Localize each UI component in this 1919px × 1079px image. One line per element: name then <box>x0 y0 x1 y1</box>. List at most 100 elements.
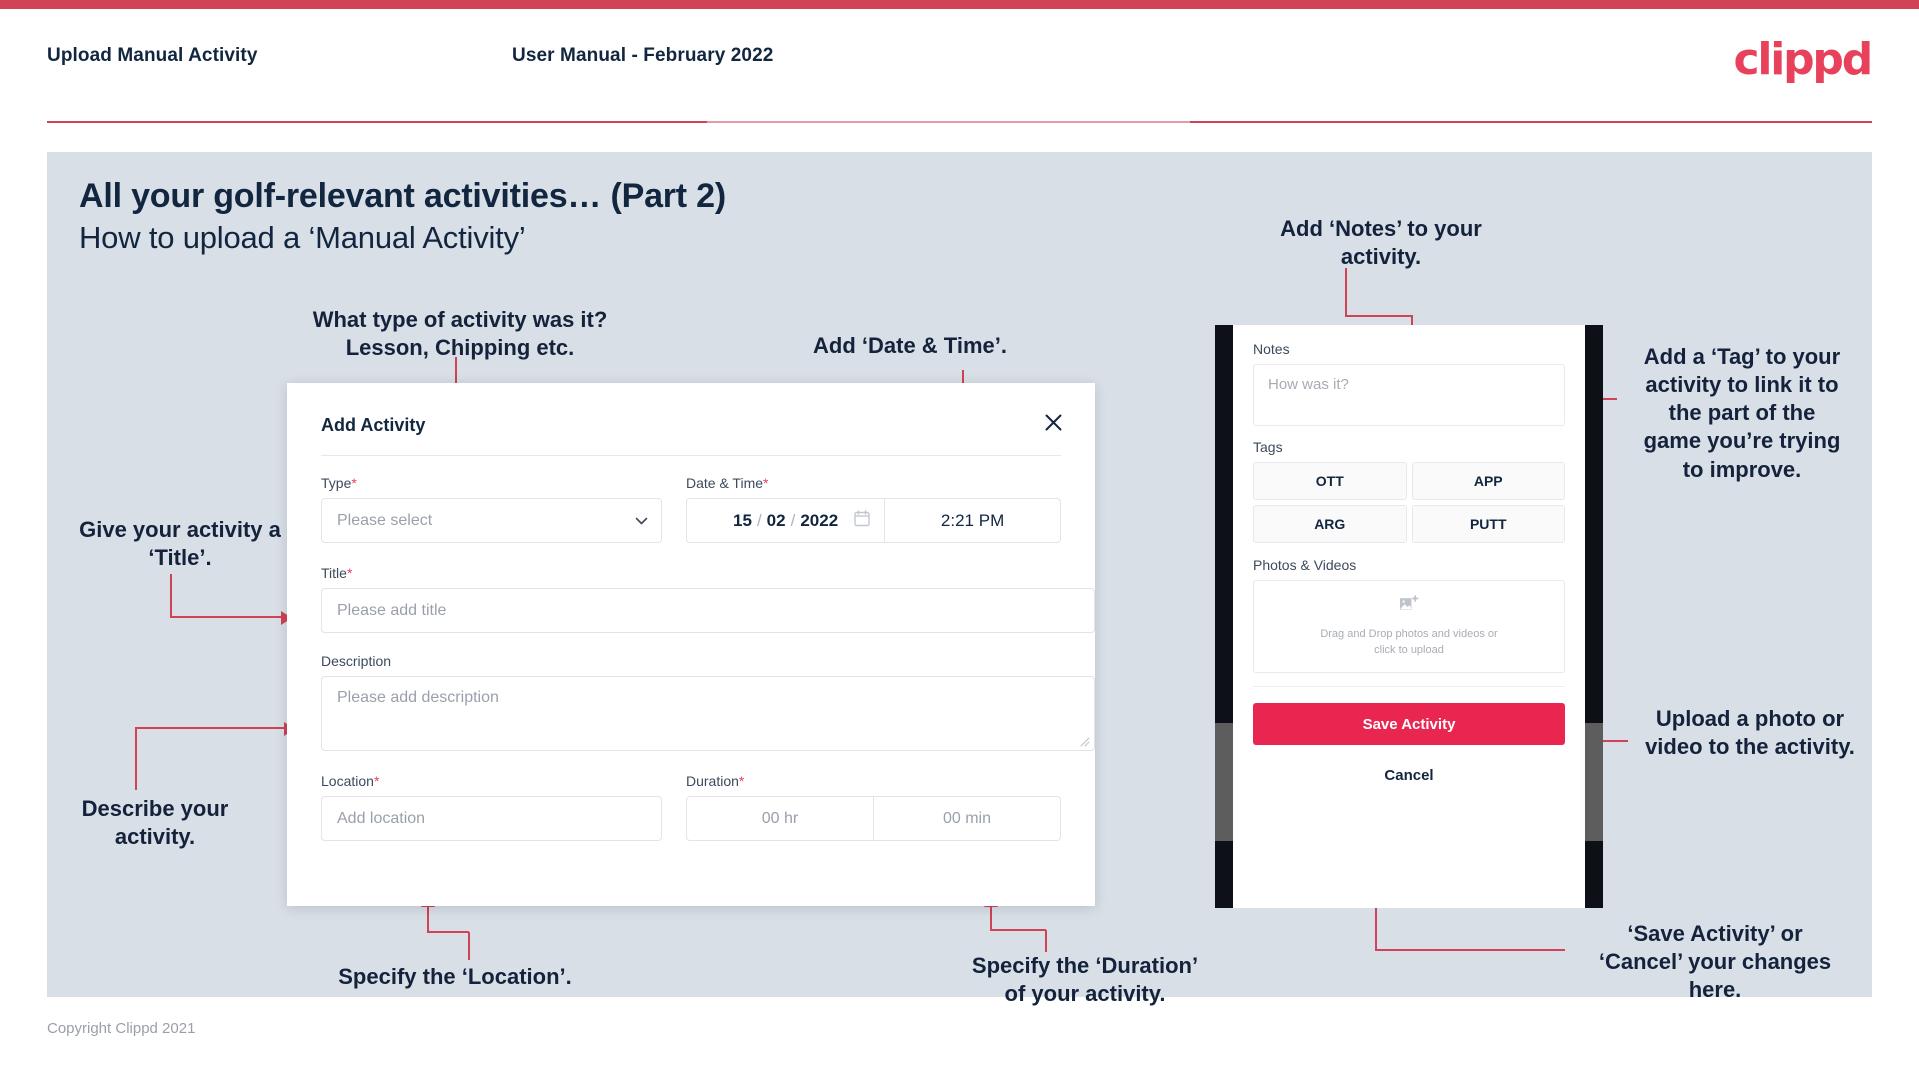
form-row-location-duration: Location* Add location Duration* 00 hr 0… <box>321 773 1061 841</box>
header-divider-left <box>47 121 707 123</box>
header-subtitle: User Manual - February 2022 <box>512 45 774 66</box>
required-asterisk: * <box>763 475 769 491</box>
cancel-button[interactable]: Cancel <box>1233 767 1585 784</box>
calendar-icon[interactable] <box>854 509 870 532</box>
dialog-form: Type* Please select Date & Time* 15 / 02… <box>321 475 1095 841</box>
tag-button-app[interactable]: APP <box>1411 462 1565 500</box>
tag-button-arg[interactable]: ARG <box>1253 505 1407 543</box>
field-datetime: Date & Time* 15 / 02 / 2022 2:21 PM <box>686 475 1061 543</box>
connector-loc-v2 <box>427 906 429 932</box>
phone-screen: Notes How was it? Tags OTT APP ARG PUTT … <box>1233 325 1585 908</box>
label-title: Title* <box>321 565 353 581</box>
connector-notes-v1 <box>1345 268 1347 316</box>
connector-desc-v <box>135 728 137 790</box>
connector-notes-h <box>1345 315 1413 317</box>
type-select-value: Please select <box>337 511 433 529</box>
label-type: Type* <box>321 475 357 491</box>
annotation-duration: Specify the ‘Duration’ of your activity. <box>971 953 1199 1007</box>
phone-side-button-left <box>1215 723 1233 841</box>
date-input[interactable]: 15 / 02 / 2022 <box>687 499 884 542</box>
tags-grid: OTT APP ARG PUTT <box>1253 462 1565 543</box>
annotation-upload: Upload a photo or video to the activity. <box>1645 706 1855 760</box>
annotation-save: ‘Save Activity’ or ‘Cancel’ your changes… <box>1598 921 1832 1003</box>
time-input[interactable]: 2:21 PM <box>885 499 1060 542</box>
field-duration: Duration* 00 hr 00 min <box>686 773 1061 841</box>
slide-subtitle: How to upload a ‘Manual Activity’ <box>79 220 526 255</box>
phone-content: Notes How was it? Tags OTT APP ARG PUTT … <box>1233 325 1585 673</box>
connector-desc-h <box>135 727 285 729</box>
tag-button-putt[interactable]: PUTT <box>1411 505 1565 543</box>
page-title: Upload Manual Activity <box>47 45 258 66</box>
field-description: Description Please add description <box>321 653 1095 751</box>
resize-handle-icon[interactable] <box>1079 736 1091 748</box>
dialog-divider <box>321 455 1061 456</box>
location-input-value: Add location <box>337 809 426 827</box>
annotation-datetime: Add ‘Date & Time’. <box>813 333 1007 358</box>
duration-hours-input[interactable]: 00 hr <box>687 797 873 840</box>
slide-title: All your golf-relevant activities… (Part… <box>79 177 727 215</box>
duration-control: 00 hr 00 min <box>686 796 1061 841</box>
add-image-icon <box>1399 594 1419 618</box>
required-asterisk: * <box>346 565 353 581</box>
phone-side-button-right <box>1585 723 1603 841</box>
type-select-wrap: Please select <box>321 498 662 543</box>
duration-minutes-input[interactable]: 00 min <box>874 797 1060 840</box>
required-asterisk: * <box>373 773 380 789</box>
save-activity-button[interactable]: Save Activity <box>1253 703 1565 745</box>
photo-upload-dropzone[interactable]: Drag and Drop photos and videos or click… <box>1253 580 1565 673</box>
field-title: Title* Please add title <box>321 565 1095 633</box>
title-input-value: Please add title <box>337 601 447 619</box>
date-year: 2022 <box>800 510 839 530</box>
date-sep-2: / <box>790 510 796 530</box>
description-textarea[interactable]: Please add description <box>321 676 1095 751</box>
description-value: Please add description <box>337 689 499 706</box>
location-input[interactable]: Add location <box>321 796 662 841</box>
date-day: 15 <box>733 510 752 530</box>
date-month: 02 <box>766 510 786 530</box>
label-notes: Notes <box>1253 341 1290 357</box>
required-asterisk: * <box>738 773 745 789</box>
label-tags: Tags <box>1253 439 1283 455</box>
label-location: Location* <box>321 773 380 789</box>
required-asterisk: * <box>351 475 357 491</box>
label-datetime: Date & Time* <box>686 475 769 491</box>
annotation-notes: Add ‘Notes’ to your activity. <box>1280 216 1482 270</box>
clippd-logo: clippd <box>1733 34 1873 85</box>
title-input[interactable]: Please add title <box>321 588 1095 633</box>
type-select[interactable]: Please select <box>321 498 662 543</box>
field-location: Location* Add location <box>321 773 662 841</box>
label-photos-videos: Photos & Videos <box>1253 557 1357 573</box>
phone-mockup: Notes How was it? Tags OTT APP ARG PUTT … <box>1215 325 1603 908</box>
phone-divider <box>1253 686 1565 687</box>
connector-loc-h <box>427 931 469 933</box>
notes-textarea[interactable]: How was it? <box>1253 364 1565 426</box>
tag-button-ott[interactable]: OTT <box>1253 462 1407 500</box>
label-duration: Duration* <box>686 773 745 789</box>
annotation-tags: Add a ‘Tag’ to your activity to link it … <box>1643 344 1841 482</box>
footer-copyright: Copyright Clippd 2021 <box>47 1020 196 1037</box>
slide-page: Upload Manual Activity User Manual - Feb… <box>0 0 1919 1079</box>
top-accent-bar <box>0 0 1919 9</box>
close-icon[interactable] <box>1036 405 1070 439</box>
annotation-location: Specify the ‘Location’. <box>338 964 572 989</box>
header-divider-right <box>1190 121 1872 123</box>
date-sep-1: / <box>756 510 762 530</box>
datetime-control: 15 / 02 / 2022 2:21 PM <box>686 498 1061 543</box>
dropzone-text: Drag and Drop photos and videos or click… <box>1320 627 1498 656</box>
notes-value: How was it? <box>1268 376 1349 393</box>
dialog-title: Add Activity <box>321 415 426 435</box>
annotation-description: Describe your activity. <box>81 796 229 850</box>
label-description: Description <box>321 653 392 669</box>
connector-dur-h <box>990 929 1046 931</box>
form-row-type-datetime: Type* Please select Date & Time* 15 / 02… <box>321 475 1061 543</box>
connector-dur-v2 <box>990 906 992 930</box>
connector-title-v <box>170 574 172 618</box>
annotation-type: What type of activity was it? Lesson, Ch… <box>312 307 608 361</box>
connector-loc-v1 <box>468 932 470 960</box>
connector-dur-v1 <box>1045 930 1047 952</box>
add-activity-dialog: Add Activity Type* Please select Date & … <box>287 383 1095 906</box>
connector-title-h <box>170 616 282 618</box>
connector-save-h <box>1375 949 1565 951</box>
annotation-title: Give your activity a ‘Title’. <box>79 517 281 571</box>
field-type: Type* Please select <box>321 475 662 543</box>
